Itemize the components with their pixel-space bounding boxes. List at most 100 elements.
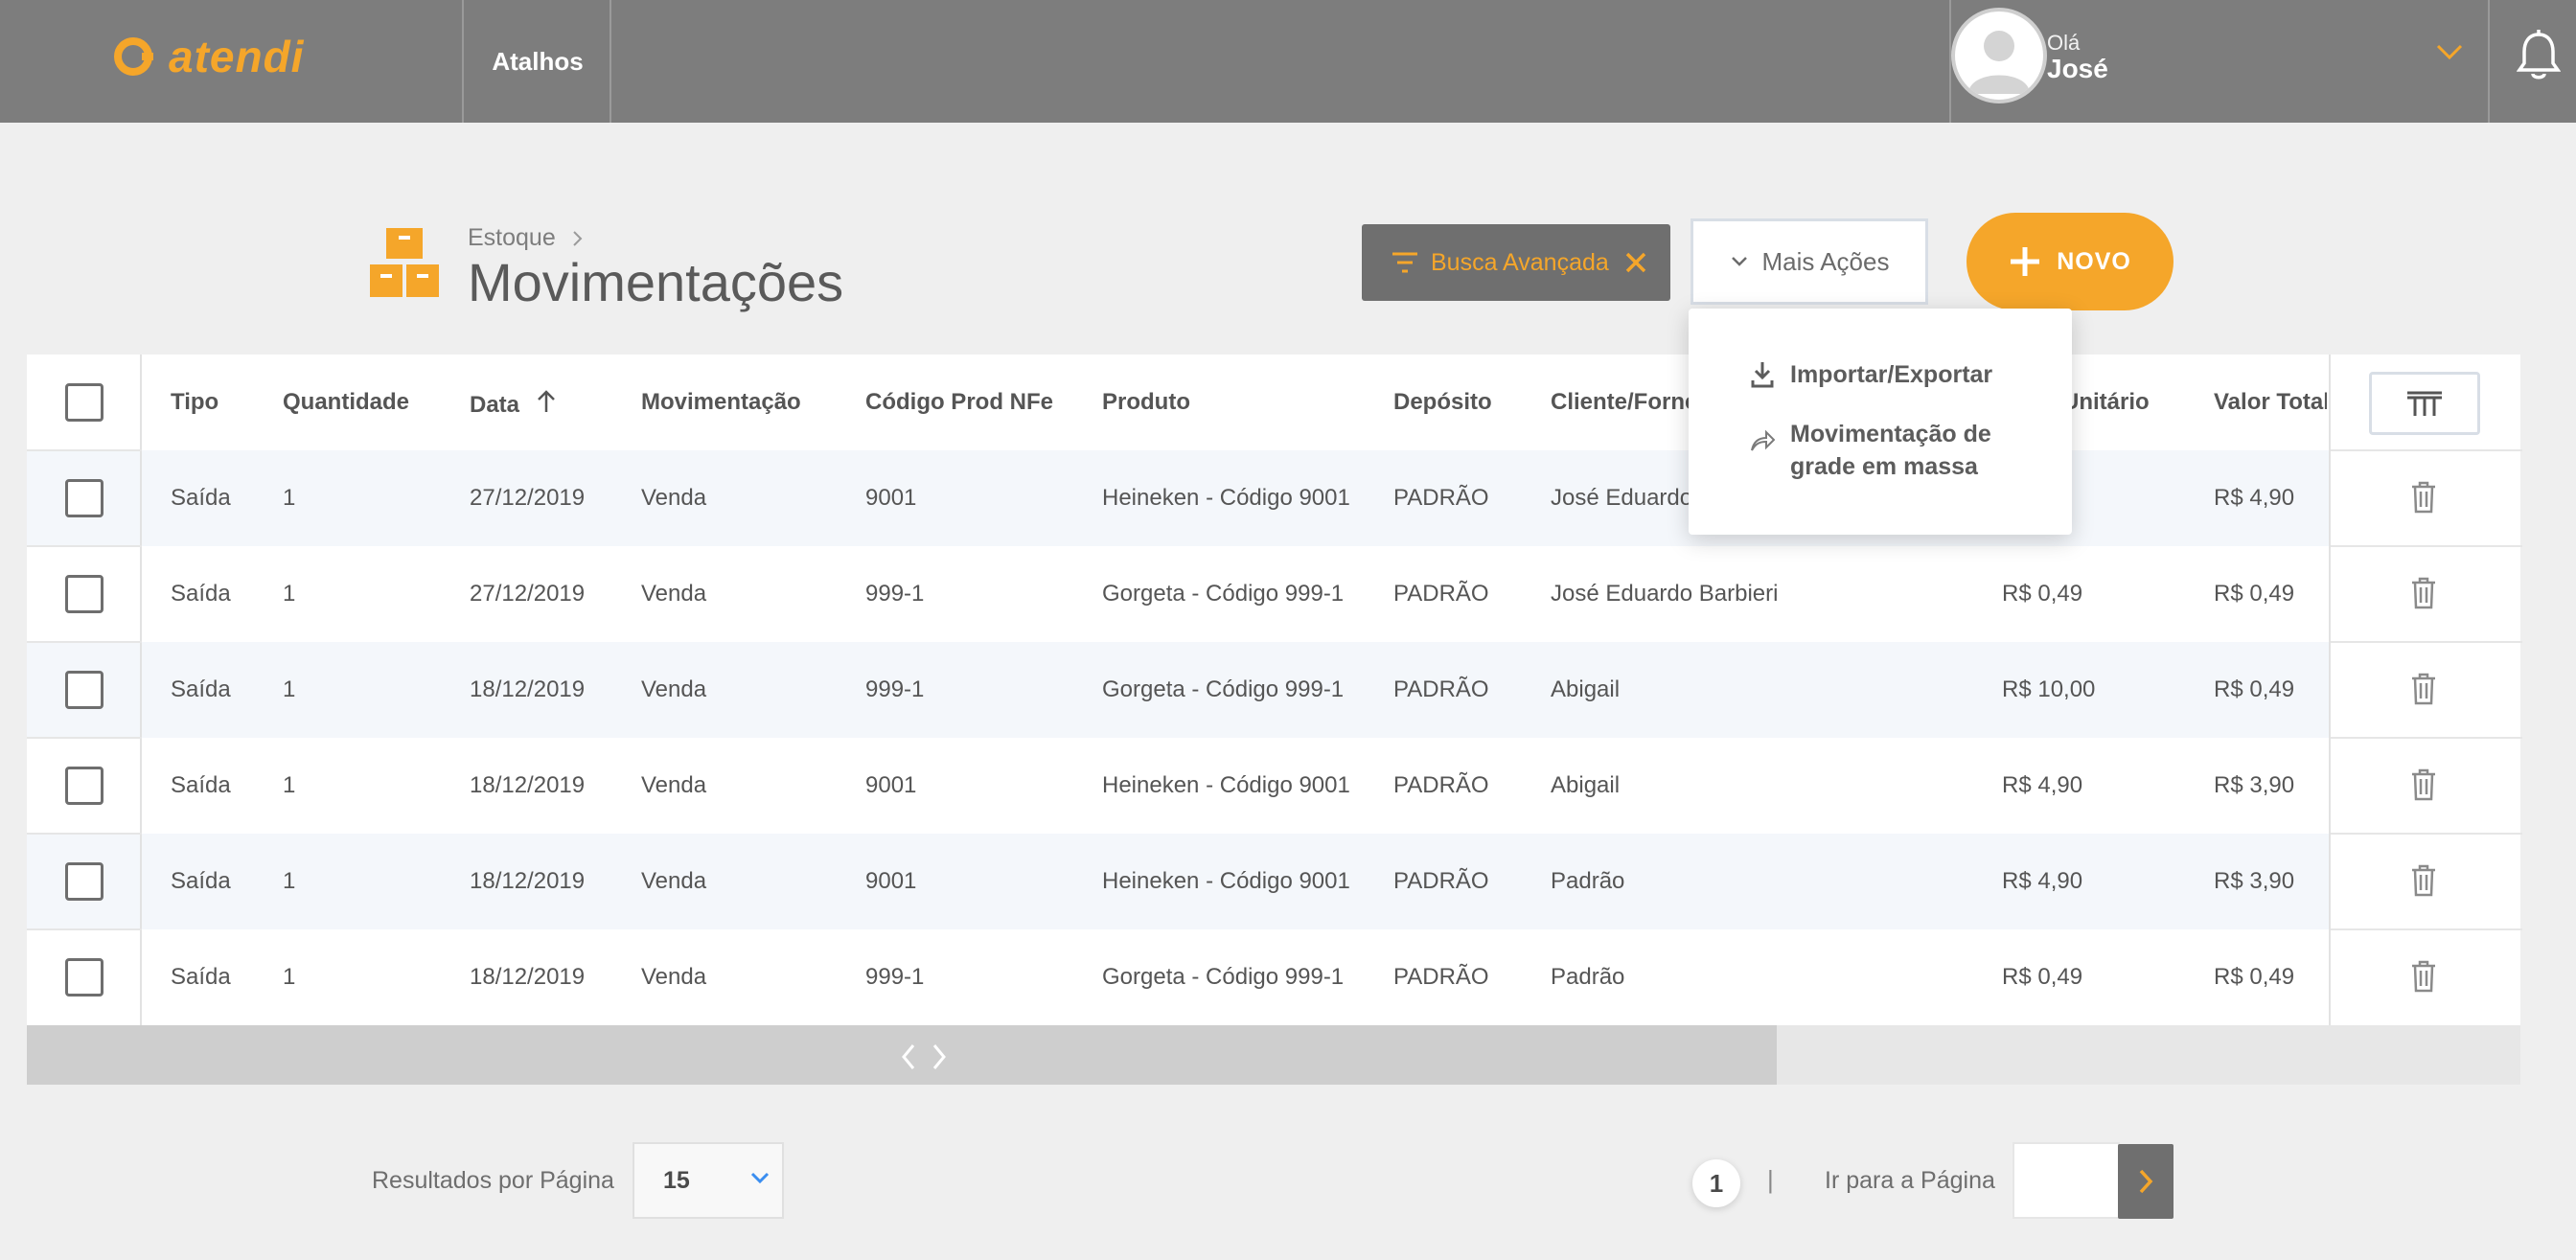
header-tipo[interactable]: Tipo	[171, 389, 218, 416]
trash-icon[interactable]	[2409, 481, 2438, 514]
cell-total: R$ 0,49	[2214, 581, 2295, 607]
chevron-right-icon	[2139, 1169, 2153, 1194]
close-icon[interactable]	[1619, 245, 1653, 280]
header-movimentacao[interactable]: Movimentação	[641, 389, 801, 416]
menu-item-import-export[interactable]: Importar/Exportar	[1750, 358, 1992, 391]
cell-cliente: Abigail	[1551, 676, 1621, 702]
bell-icon[interactable]	[2517, 29, 2561, 80]
advanced-search-label: Busca Avançada	[1431, 248, 1609, 276]
trash-icon[interactable]	[2409, 864, 2438, 897]
cell-tipo: Saída	[171, 868, 231, 894]
header-unitario[interactable]: Unitário	[2062, 389, 2150, 416]
header-produto[interactable]: Produto	[1102, 389, 1190, 416]
cell-unitario: R$ 4,90	[2002, 868, 2083, 894]
more-actions-button[interactable]: Mais Ações	[1690, 218, 1928, 305]
trash-icon[interactable]	[2409, 673, 2438, 705]
row-checkbox[interactable]	[65, 958, 104, 997]
row-divider	[2331, 833, 2522, 835]
header-codigo[interactable]: Código Prod NFe	[865, 389, 1053, 416]
menu-item-bulk-grid-movement[interactable]: Movimentação de grade em massa	[1750, 418, 1991, 483]
cell-codigo: 9001	[865, 485, 917, 511]
row-checkbox[interactable]	[65, 767, 104, 805]
cell-data: 27/12/2019	[470, 485, 586, 511]
select-all-checkbox[interactable]	[65, 383, 104, 422]
cell-quantidade: 1	[283, 772, 296, 798]
cell-movimentacao: Venda	[641, 581, 707, 607]
movements-table: Tipo Quantidade Data Movimentação Código…	[27, 355, 2522, 1025]
chevron-down-icon	[750, 1172, 770, 1184]
breadcrumb[interactable]: Estoque	[468, 224, 585, 252]
row-divider	[2331, 545, 2522, 547]
results-per-page-label: Resultados por Página	[372, 1167, 614, 1194]
cell-deposito: PADRÃO	[1393, 581, 1489, 607]
page-title: Movimentações	[468, 252, 844, 312]
logo-text: atendi	[169, 32, 305, 81]
menu-item-label-line: grade em massa	[1790, 453, 1978, 480]
cell-unitario: R$ 0,49	[2002, 581, 2083, 607]
cell-data: 27/12/2019	[470, 581, 586, 607]
user-greeting[interactable]: Olá José	[2047, 31, 2108, 84]
trash-icon[interactable]	[2409, 960, 2438, 993]
cell-data: 18/12/2019	[470, 676, 586, 702]
cell-total: R$ 4,90	[2214, 485, 2295, 511]
horizontal-scrollbar[interactable]	[27, 1025, 2520, 1085]
share-icon	[1751, 429, 1775, 451]
cell-unitario: R$ 0,49	[2002, 964, 2083, 990]
breadcrumb-item[interactable]: Estoque	[468, 224, 556, 252]
row-checkbox[interactable]	[65, 479, 104, 517]
logo[interactable]: atendi	[113, 32, 305, 81]
trash-icon[interactable]	[2409, 768, 2438, 801]
header-cliente[interactable]: Cliente/Forne	[1551, 389, 1697, 416]
cell-quantidade: 1	[283, 485, 296, 511]
cell-total: R$ 3,90	[2214, 868, 2295, 894]
cell-quantidade: 1	[283, 676, 296, 702]
menu-item-label-block: Movimentação de grade em massa	[1790, 418, 1991, 483]
column-settings-button[interactable]	[2369, 372, 2480, 435]
top-bar: atendi Atalhos Olá José	[0, 0, 2576, 123]
page-number-current[interactable]: 1	[1692, 1159, 1740, 1207]
cell-codigo: 999-1	[865, 676, 925, 702]
header-valor-total[interactable]: Valor Total	[2214, 389, 2327, 416]
trash-icon[interactable]	[2409, 577, 2438, 609]
cell-total: R$ 0,49	[2214, 676, 2295, 702]
header-quantidade[interactable]: Quantidade	[283, 389, 409, 416]
row-divider	[27, 833, 142, 835]
avatar[interactable]	[1951, 8, 2047, 103]
logo-icon	[114, 37, 153, 76]
cell-codigo: 9001	[865, 868, 917, 894]
row-checkbox[interactable]	[65, 862, 104, 901]
cell-tipo: Saída	[171, 772, 231, 798]
goto-page-input[interactable]	[2012, 1142, 2120, 1219]
cell-produto: Heineken - Código 9001	[1102, 485, 1350, 511]
row-checkbox[interactable]	[65, 671, 104, 709]
cell-deposito: PADRÃO	[1393, 676, 1489, 702]
cell-produto: Gorgeta - Código 999-1	[1102, 581, 1345, 607]
cell-quantidade: 1	[283, 868, 296, 894]
new-button[interactable]: NOVO	[1966, 213, 2174, 310]
shortcuts-menu[interactable]: Atalhos	[464, 0, 611, 123]
cell-cliente: José Eduardo Barbieri	[1551, 581, 1779, 607]
cell-unitario: R$ 4,90	[2002, 772, 2083, 798]
header-data-label: Data	[470, 392, 520, 418]
header-deposito[interactable]: Depósito	[1393, 389, 1492, 416]
row-checkbox[interactable]	[65, 575, 104, 613]
results-per-page-value: 15	[663, 1166, 690, 1194]
results-per-page-select[interactable]: 15	[632, 1142, 784, 1219]
cell-produto: Heineken - Código 9001	[1102, 772, 1350, 798]
row-divider	[27, 545, 142, 547]
chevron-down-icon[interactable]	[2434, 40, 2465, 63]
menu-item-label-line: Movimentação de	[1790, 421, 1991, 447]
cell-deposito: PADRÃO	[1393, 868, 1489, 894]
goto-page-button[interactable]	[2118, 1144, 2174, 1219]
row-divider	[2331, 641, 2522, 643]
advanced-search-button[interactable]: Busca Avançada	[1362, 224, 1670, 301]
cell-codigo: 9001	[865, 772, 917, 798]
chevron-left-icon[interactable]	[899, 1042, 918, 1071]
chevron-right-icon[interactable]	[930, 1042, 949, 1071]
cell-data: 18/12/2019	[470, 868, 586, 894]
row-divider	[27, 928, 142, 930]
cell-data: 18/12/2019	[470, 772, 586, 798]
chevron-down-icon	[1731, 257, 1747, 266]
cell-tipo: Saída	[171, 964, 231, 990]
header-data[interactable]: Data	[470, 389, 557, 419]
